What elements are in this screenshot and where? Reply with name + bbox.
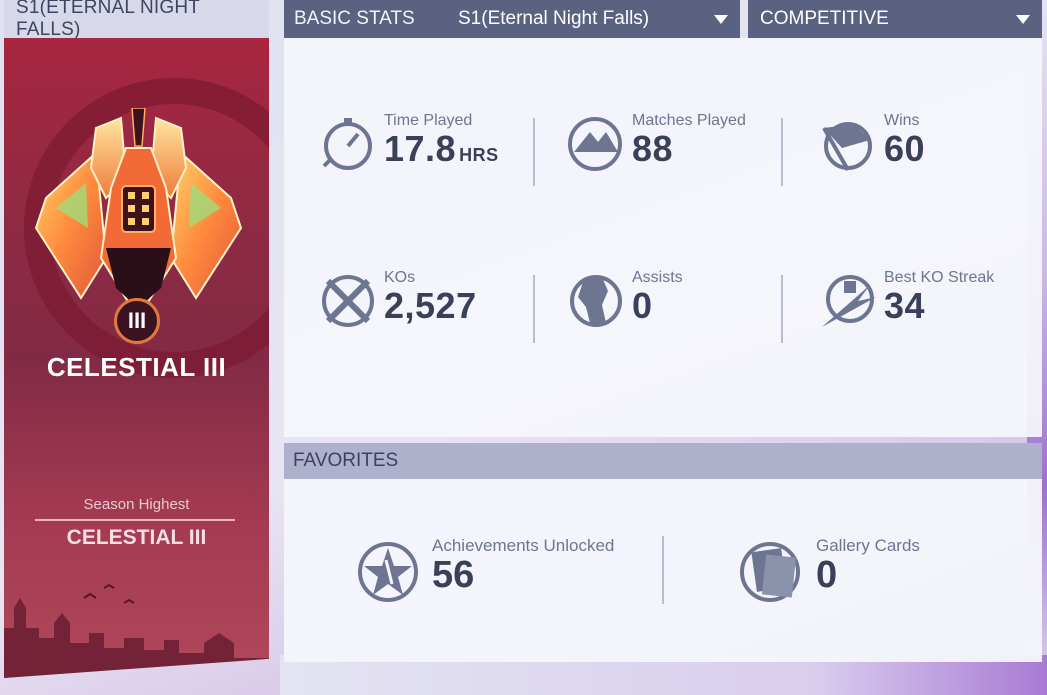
stat-kos: KOs 2,527 [320,269,560,349]
tab-basic-stats[interactable]: BASIC STATS [284,0,446,38]
mode-dropdown[interactable]: COMPETITIVE [748,0,1042,38]
streak-icon [822,275,876,327]
stat-divider [533,118,535,186]
crossed-swords-icon [322,275,374,327]
favorite-divider [662,536,664,604]
stat-value: 34 [884,285,926,326]
favorites-header: FAVORITES [284,443,1042,479]
stat-value: 88 [632,128,674,169]
gallery-cards-icon [740,542,800,602]
stat-divider [781,118,783,186]
caret-down-icon [1016,14,1030,24]
favorites-card: Achievements Unlocked 56 Gallery Cards 0 [284,479,1042,662]
rank-name: CELESTIAL III [46,352,227,382]
stat-assists: Assists 0 [568,269,808,349]
stat-best-ko-streak: Best KO Streak 34 [820,269,1047,349]
rank-tier-badge: III [114,298,160,344]
rank-panel: III CELESTIAL III Season Highest CELESTI… [4,38,269,678]
stat-unit: HRS [459,145,499,165]
stats-tab-bar: BASIC STATS S1(Eternal Night Falls) COMP… [284,0,1042,38]
season-highest-label: Season Highest [83,496,190,513]
stopwatch-icon [322,118,372,170]
favorite-label: Achievements Unlocked [432,536,615,555]
stat-value: 2,527 [384,285,477,326]
achievement-star-icon [358,542,418,602]
stat-matches-played: Matches Played 88 [568,112,808,192]
mode-dropdown-value: COMPETITIVE [760,8,889,29]
mountain-icon [568,117,622,171]
flag-icon [822,122,872,171]
stat-time-played: Time Played 17.8 HRS [320,112,560,192]
stat-divider [533,275,535,343]
season-rank-header: S1(ETERNAL NIGHT FALLS) [4,0,269,40]
stat-wins: Wins 60 [820,112,1047,192]
stat-divider [781,275,783,343]
season-dropdown[interactable]: S1(Eternal Night Falls) [446,0,740,38]
stat-value: 60 [884,128,926,169]
season-highest-divider [35,519,235,521]
favorite-value: 0 [816,554,838,596]
season-highest-value: CELESTIAL III [66,526,207,549]
city-silhouette-decoration [4,583,269,678]
season-dropdown-value: S1(Eternal Night Falls) [458,8,650,29]
favorite-achievements: Achievements Unlocked 56 [356,536,656,616]
stat-value: 17.8 HRS [384,128,499,169]
favorite-gallery-cards: Gallery Cards 0 [740,536,1040,616]
favorite-label: Gallery Cards [816,536,920,555]
stat-value: 0 [632,285,653,326]
basic-stats-card: Time Played 17.8 HRS Matches Played 88 Wi… [284,38,1042,437]
caret-down-icon [714,14,728,24]
favorite-value: 56 [432,554,475,596]
fist-icon [570,275,622,327]
